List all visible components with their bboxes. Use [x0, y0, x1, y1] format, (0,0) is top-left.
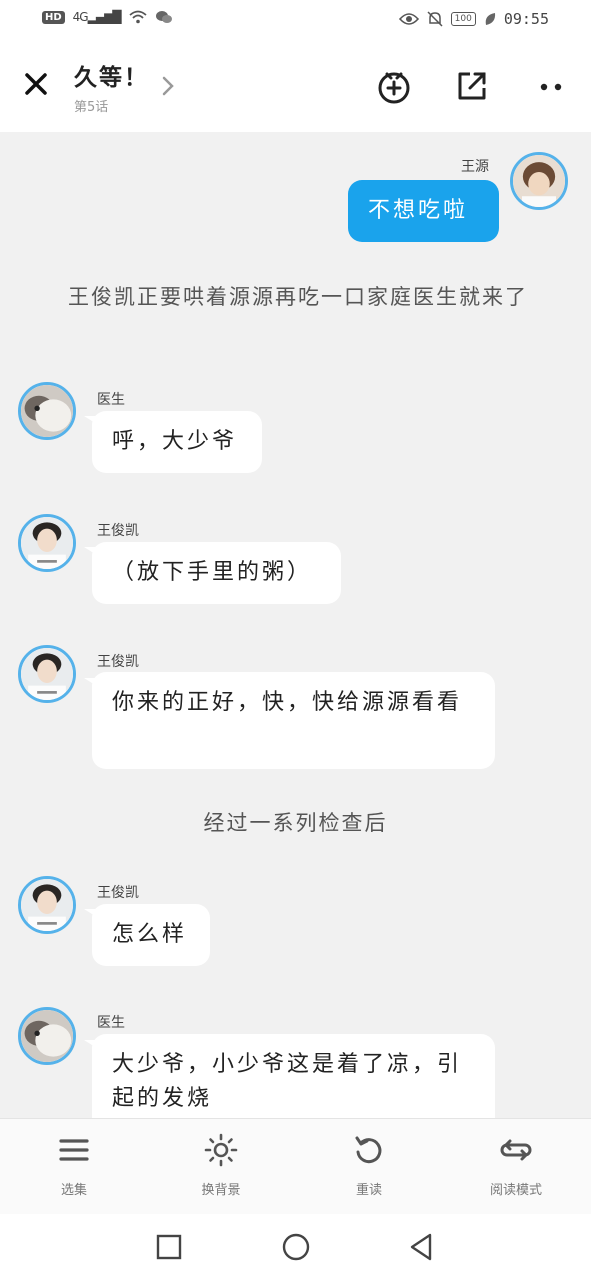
speaker-name: 医生	[97, 1015, 125, 1031]
reread-button[interactable]: 重读	[314, 1119, 424, 1215]
speaker-name: 王俊凯	[97, 523, 139, 539]
avatar[interactable]	[18, 514, 76, 572]
reading-mode-button[interactable]: 阅读模式	[461, 1119, 571, 1215]
avatar-image	[21, 1010, 73, 1062]
avatar-image	[21, 879, 73, 931]
avatar[interactable]	[510, 152, 568, 210]
narration-text: 经过一系列检查后	[203, 811, 388, 835]
chapter-header: 久等！ 第5话	[0, 40, 591, 132]
system-nav-bar	[0, 1214, 591, 1280]
chapter-list-button[interactable]: 选集	[19, 1119, 129, 1215]
recent-apps-icon[interactable]	[154, 1232, 184, 1262]
message-bubble[interactable]: 大少爷，小少爷这是着了凉，引起的发烧	[92, 1034, 495, 1118]
avatar-image	[21, 385, 73, 437]
toolbar-label: 选集	[60, 1183, 87, 1198]
chapter-number: 第5话	[74, 100, 109, 115]
narration-text: 王俊凯正要哄着源源再吃一口家庭医生就来了	[68, 285, 528, 309]
message-bubble[interactable]: 呼，大少爷	[92, 411, 262, 473]
avatar[interactable]	[18, 382, 76, 440]
close-icon[interactable]	[18, 66, 54, 102]
clock: 09:55	[503, 10, 549, 28]
signal-icon: 4G▂▄▆█	[72, 10, 122, 24]
wifi-icon	[128, 10, 147, 24]
share-icon[interactable]	[452, 66, 492, 106]
avatar-image	[21, 648, 73, 700]
toolbar-label: 阅读模式	[489, 1183, 542, 1198]
avatar[interactable]	[18, 1007, 76, 1065]
hd-badge: HD	[42, 10, 65, 24]
wechat-icon	[155, 11, 172, 23]
status-right: 100 09:55	[398, 10, 549, 28]
eye-icon	[398, 13, 419, 25]
battery-icon: 100	[450, 12, 476, 26]
toolbar-label: 重读	[355, 1183, 382, 1198]
menu-icon	[59, 1139, 89, 1161]
speaker-name: 王俊凯	[97, 654, 139, 670]
change-background-button[interactable]: 换背景	[166, 1119, 276, 1215]
message-bubble[interactable]: 不想吃啦	[348, 180, 499, 242]
avatar[interactable]	[18, 876, 76, 934]
message-bubble[interactable]: 怎么样	[92, 904, 210, 966]
avatar[interactable]	[18, 645, 76, 703]
leaf-icon	[485, 13, 495, 25]
home-icon[interactable]	[281, 1232, 311, 1262]
speaker-name: 王源	[461, 159, 489, 175]
avatar-image	[21, 517, 73, 569]
network-type-label: 4G	[72, 10, 89, 24]
add-favorite-icon[interactable]	[374, 66, 414, 106]
brightness-icon	[204, 1133, 238, 1167]
chevron-right-icon[interactable]	[158, 74, 178, 98]
chat-area[interactable]: 王源 不想吃啦 王俊凯正要哄着源源再吃一口家庭医生就来了 医生 呼，大少爷 王俊…	[0, 132, 591, 1118]
chapter-title-link[interactable]: 久等！ 第5话	[74, 58, 149, 115]
speaker-name: 王俊凯	[97, 885, 139, 901]
status-left: HD 4G▂▄▆█	[42, 10, 173, 24]
message-bubble[interactable]: 你来的正好，快，快给源源看看	[92, 672, 495, 769]
status-bar: HD 4G▂▄▆█ 100 09:55	[0, 0, 591, 40]
more-icon[interactable]	[531, 66, 571, 106]
story-title: 久等！	[74, 65, 149, 91]
message-bubble[interactable]: （放下手里的粥）	[92, 542, 341, 604]
speaker-name: 医生	[97, 392, 125, 408]
back-icon[interactable]	[406, 1232, 436, 1262]
replay-icon	[355, 1136, 382, 1164]
loop-icon	[500, 1139, 532, 1161]
mute-bell-icon	[427, 11, 443, 27]
avatar-image	[513, 155, 565, 207]
reader-toolbar: 选集 换背景 重读 阅读模式	[0, 1118, 591, 1215]
toolbar-label: 换背景	[201, 1183, 241, 1198]
